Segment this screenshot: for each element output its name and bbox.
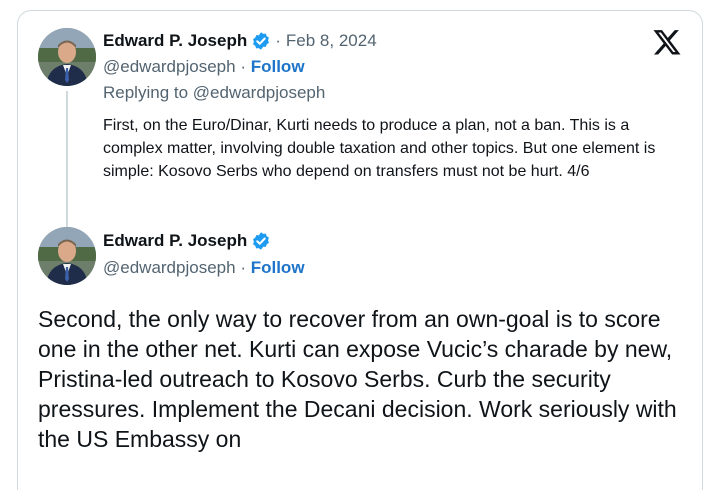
x-logo-icon[interactable] bbox=[652, 27, 682, 57]
separator-dot: · bbox=[240, 258, 246, 277]
author-name[interactable]: Edward P. Joseph bbox=[103, 31, 247, 51]
separator-dot: · bbox=[240, 57, 246, 76]
follow-button[interactable]: Follow bbox=[251, 258, 305, 277]
tweet-embed-card: Edward P. Joseph · Feb 8, 2024 @edwardpj… bbox=[17, 10, 703, 490]
replying-to-label[interactable]: Replying to @edwardpjoseph bbox=[103, 83, 325, 103]
author-name[interactable]: Edward P. Joseph bbox=[103, 231, 247, 251]
follow-button[interactable]: Follow bbox=[251, 57, 305, 76]
avatar[interactable] bbox=[38, 28, 96, 86]
author-row: Edward P. Joseph · Feb 8, 2024 bbox=[103, 31, 377, 51]
separator-dot: · bbox=[275, 31, 281, 50]
thread-connector-line bbox=[66, 91, 68, 236]
author-handle[interactable]: @edwardpjoseph bbox=[103, 57, 236, 76]
tweet-date[interactable]: Feb 8, 2024 bbox=[286, 31, 377, 51]
handle-row: @edwardpjoseph · Follow bbox=[103, 57, 305, 77]
avatar[interactable] bbox=[38, 227, 96, 285]
tweet-text: Second, the only way to recover from an … bbox=[38, 306, 677, 452]
author-handle[interactable]: @edwardpjoseph bbox=[103, 258, 236, 277]
verified-badge-icon bbox=[253, 232, 270, 250]
handle-row: @edwardpjoseph · Follow bbox=[103, 258, 305, 278]
verified-badge-icon bbox=[253, 32, 270, 50]
tweet-text: First, on the Euro/Dinar, Kurti needs to… bbox=[103, 117, 656, 180]
author-row: Edward P. Joseph bbox=[103, 231, 271, 251]
